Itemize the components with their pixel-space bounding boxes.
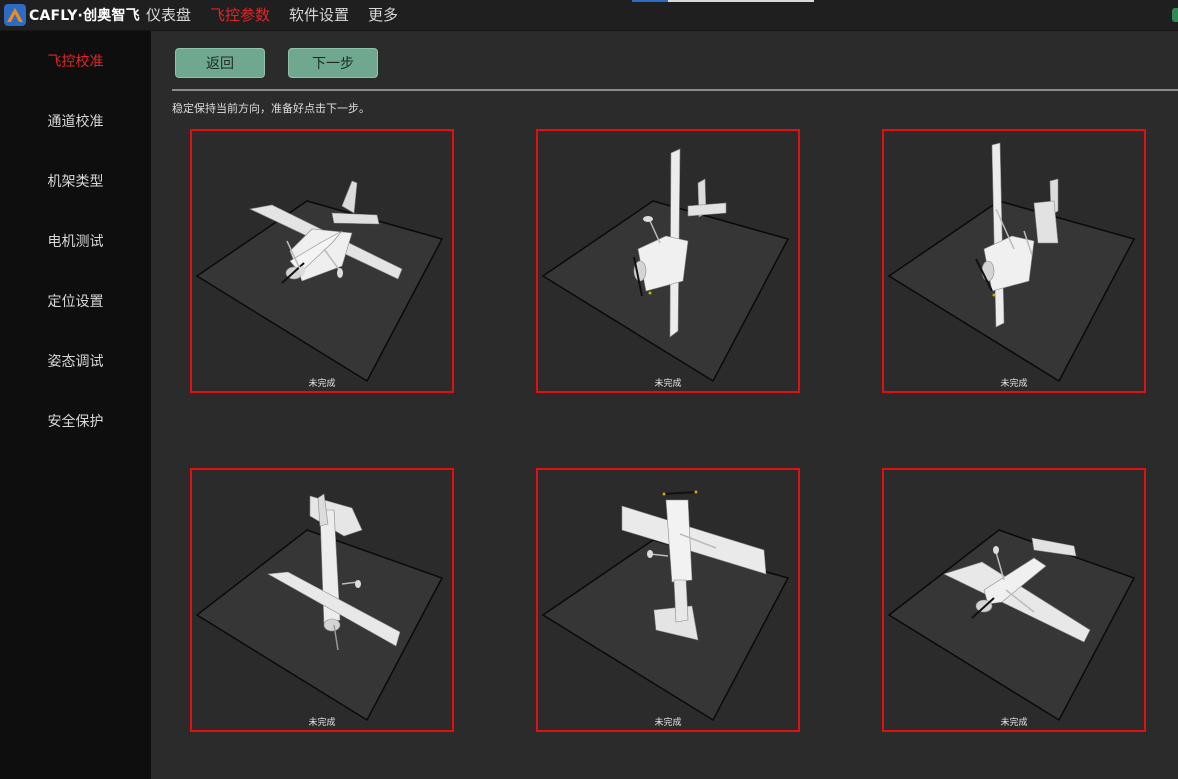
nav-more[interactable]: 更多 <box>368 0 398 30</box>
panel-status-label: 未完成 <box>308 718 336 728</box>
sidebar-item-frame-type[interactable]: 机架类型 <box>0 171 151 191</box>
top-bar: CAFLY·创奥智飞 仪表盘 飞控参数 软件设置 更多 <box>0 0 1178 31</box>
calibration-panel-nose-down: 未完成 <box>190 468 454 732</box>
top-indicator-accent <box>632 0 668 2</box>
airplane-level-icon <box>195 180 444 383</box>
cafly-logo-icon <box>4 4 26 26</box>
panel-status-label: 未完成 <box>654 379 682 389</box>
nav-flight-params[interactable]: 飞控参数 <box>210 0 270 30</box>
window-edge-handle <box>1172 8 1178 22</box>
airplane-nose-up-icon <box>541 490 790 722</box>
panel-status-label: 未完成 <box>1000 718 1028 728</box>
toolbar-divider <box>172 89 1178 91</box>
sidebar-item-fc-calibration[interactable]: 飞控校准 <box>0 51 151 71</box>
logo-text: CAFLY·创奥智飞 <box>29 8 140 24</box>
airplane-right-side-icon <box>887 142 1136 383</box>
top-nav: 仪表盘 飞控参数 软件设置 更多 <box>146 0 417 30</box>
calibration-panel-right-side: 未完成 <box>882 129 1146 393</box>
calibration-panel-nose-up: 未完成 <box>536 468 800 732</box>
airplane-nose-down-icon <box>195 493 444 722</box>
nav-software-settings[interactable]: 软件设置 <box>289 0 349 30</box>
airplane-inverted-icon <box>887 529 1136 722</box>
back-button[interactable]: 返回 <box>175 48 265 78</box>
sidebar: 飞控校准 通道校准 机架类型 电机测试 定位设置 姿态调试 安全保护 <box>0 31 151 779</box>
app-logo: CAFLY·创奥智飞 <box>4 4 140 26</box>
calibration-panel-level: 未完成 <box>190 129 454 393</box>
panel-status-label: 未完成 <box>1000 379 1028 389</box>
next-step-button[interactable]: 下一步 <box>288 48 378 78</box>
calibration-panel-left-side: 未完成 <box>536 129 800 393</box>
calibration-panel-inverted: 未完成 <box>882 468 1146 732</box>
panel-status-label: 未完成 <box>308 379 336 389</box>
sidebar-item-motor-test[interactable]: 电机测试 <box>0 231 151 251</box>
nav-dashboard[interactable]: 仪表盘 <box>146 0 191 30</box>
sidebar-item-attitude-tuning[interactable]: 姿态调试 <box>0 351 151 371</box>
sidebar-item-safety[interactable]: 安全保护 <box>0 411 151 431</box>
airplane-left-side-icon <box>541 148 790 383</box>
instruction-text: 稳定保持当前方向，准备好点击下一步。 <box>172 102 370 115</box>
sidebar-item-channel-calibration[interactable]: 通道校准 <box>0 111 151 131</box>
panel-status-label: 未完成 <box>654 718 682 728</box>
sidebar-item-positioning[interactable]: 定位设置 <box>0 291 151 311</box>
